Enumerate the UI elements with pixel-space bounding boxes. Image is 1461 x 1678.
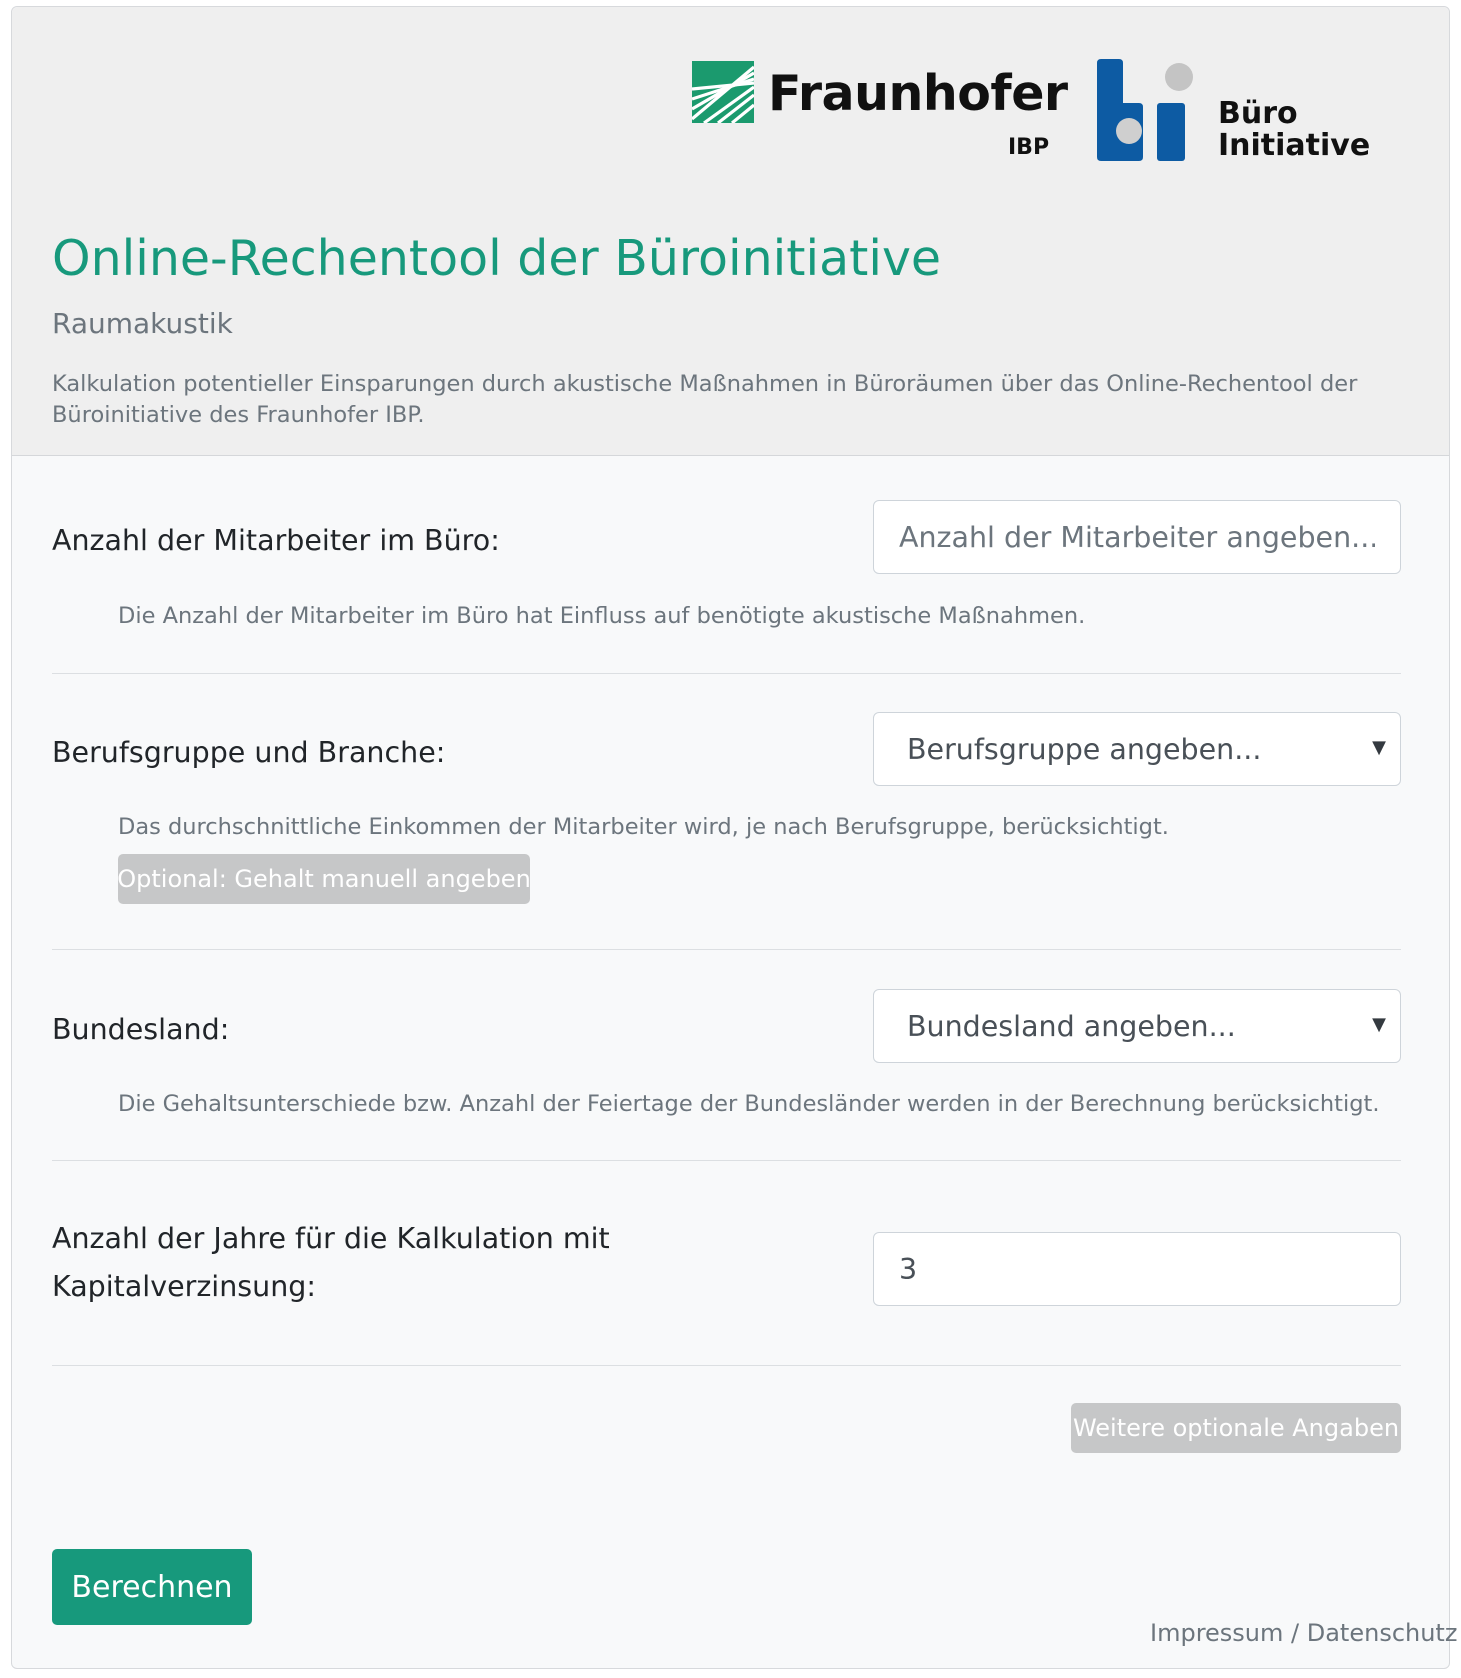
more-options-button[interactable]: Weitere optionale Angaben — [1071, 1403, 1401, 1453]
caret-down-icon: ▼ — [1372, 737, 1386, 758]
state-select[interactable]: Bundesland angeben... ▼ — [873, 989, 1401, 1063]
years-input[interactable] — [873, 1232, 1401, 1306]
employees-help: Die Anzahl der Mitarbeiter im Büro hat E… — [118, 603, 1086, 629]
state-help: Die Gehaltsunterschiede bzw. Anzahl der … — [118, 1091, 1380, 1117]
profession-help: Das durchschnittliche Einkommen der Mita… — [118, 814, 1169, 840]
employees-label: Anzahl der Mitarbeiter im Büro: — [52, 524, 500, 557]
page-title: Online-Rechentool der Büroinitiative — [52, 230, 942, 287]
divider — [52, 673, 1401, 674]
page-description: Kalkulation potentieller Einsparungen du… — [52, 371, 1358, 428]
calculate-button[interactable]: Berechnen — [52, 1549, 252, 1625]
divider — [52, 1160, 1401, 1161]
buero-initiative-logo-mark — [1097, 59, 1193, 161]
years-label-line2: Kapitalverzinsung: — [52, 1270, 316, 1303]
divider — [52, 1365, 1401, 1366]
state-select-value: Bundesland angeben... — [907, 1009, 1236, 1043]
manual-salary-button[interactable]: Optional: Gehalt manuell angeben — [117, 854, 531, 904]
imprint-privacy-link[interactable]: Impressum / Datenschutz — [1150, 1619, 1457, 1647]
profession-select-value: Berufsgruppe angeben... — [907, 732, 1262, 766]
years-label-line1: Anzahl der Jahre für die Kalkulation mit — [52, 1222, 610, 1255]
state-label: Bundesland: — [52, 1013, 230, 1046]
divider — [52, 949, 1401, 950]
fraunhofer-logo-text: Fraunhofer — [768, 65, 1068, 122]
buero-initiative-logo-line1: Büro — [1218, 96, 1298, 131]
fraunhofer-logo-sub: IBP — [1008, 135, 1050, 160]
profession-label: Berufsgruppe und Branche: — [52, 736, 446, 769]
profession-select[interactable]: Berufsgruppe angeben... ▼ — [873, 712, 1401, 786]
page-header: Fraunhofer IBP Büro Initiative Online-Re… — [12, 7, 1449, 456]
calculator-card: Fraunhofer IBP Büro Initiative Online-Re… — [11, 6, 1457, 1669]
employees-input[interactable] — [873, 500, 1401, 574]
fraunhofer-logo-mark — [692, 61, 754, 123]
buero-initiative-logo-line2: Initiative — [1218, 128, 1371, 163]
page-subtitle: Raumakustik — [52, 307, 233, 340]
caret-down-icon: ▼ — [1372, 1014, 1386, 1035]
